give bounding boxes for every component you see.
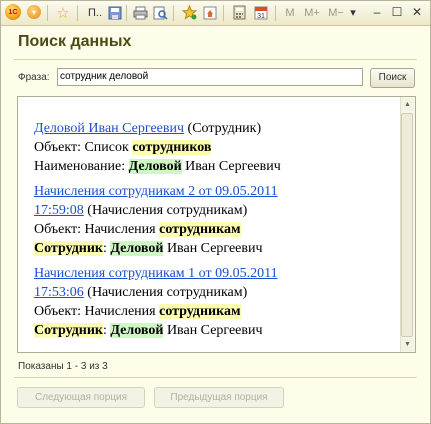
bottom-divider [14,377,417,378]
list-item: Деловой Иван Сергеевич (Сотрудник) Объек… [34,119,394,176]
print-preview-icon[interactable] [152,4,168,21]
match-highlight: Деловой [128,159,182,174]
match-highlight: Сотрудник [34,241,103,256]
add-favorite-icon[interactable] [181,4,197,21]
result-field-value: Иван Сергеевич [163,323,263,338]
list-item: Начисления сотрудникам 2 от 09.05.2011 1… [34,182,394,258]
title-divider [14,59,417,60]
result-object-label: Объект: Начисления [34,304,160,319]
toolbar-separator [173,5,174,21]
result-type: (Начисления сотрудникам) [83,203,248,218]
toolbar-separator [275,5,276,21]
scroll-up-icon[interactable]: ▲ [401,98,414,111]
result-field-label: Наименование: [34,159,129,174]
match-highlight: Деловой [110,323,164,338]
toolbar-separator [47,5,48,21]
toolbar-dropdown-icon[interactable]: ▾ [347,4,359,21]
memory-minus-button[interactable]: M− [327,4,345,21]
print-icon[interactable] [132,4,148,21]
phrase-label: Фраза: [18,72,50,83]
calculator-icon[interactable] [231,4,247,21]
phrase-input[interactable] [57,68,363,86]
toolbar-separator [126,5,127,21]
page-title: Поиск данных [18,33,132,50]
scrollbar-thumb[interactable] [401,113,413,337]
toolbar: 1С ▾ ☆ П.. 31 M M+ M− ▾ – ☐ ✕ [1,1,430,26]
previous-page-button[interactable]: Предыдущая порция [154,387,284,408]
result-type: (Сотрудник) [187,121,262,136]
svg-text:31: 31 [257,13,265,20]
result-field-value: Иван Сергеевич [181,159,281,174]
toolbar-separator [223,5,224,21]
truncated-menu-item[interactable]: П.. [85,4,105,21]
scroll-down-icon[interactable]: ▼ [401,338,414,351]
match-highlight: Деловой [110,241,164,256]
result-link[interactable]: Деловой Иван Сергеевич [34,121,184,136]
close-icon[interactable]: ✕ [409,4,425,20]
result-type: (Начисления сотрудникам) [83,285,248,300]
result-link[interactable]: Начисления сотрудникам 1 от 09.05.2011 [34,266,278,281]
list-item: Начисления сотрудникам 1 от 09.05.2011 1… [34,264,394,340]
favorites-star-icon[interactable]: ☆ [55,4,71,22]
result-object-label: Объект: Список [34,140,133,155]
match-highlight: сотрудникам [159,222,241,237]
home-icon[interactable] [202,4,218,21]
maximize-icon[interactable]: ☐ [389,4,405,20]
match-highlight: Сотрудник [34,323,103,338]
results-count: Показаны 1 - 3 из 3 [18,361,108,372]
result-object-label: Объект: Начисления [34,222,160,237]
result-field-value: Иван Сергеевич [163,241,263,256]
search-button[interactable]: Поиск [370,68,415,88]
memory-plus-button[interactable]: M+ [303,4,321,21]
result-link[interactable]: 17:53:06 [34,285,84,300]
results-panel[interactable]: Деловой Иван Сергеевич (Сотрудник) Объек… [17,96,416,353]
main-menu-icon[interactable]: ▾ [27,5,41,19]
app-logo-icon[interactable]: 1С [5,4,21,20]
minimize-icon[interactable]: – [369,4,385,20]
result-link[interactable]: Начисления сотрудникам 2 от 09.05.2011 [34,184,278,199]
calendar-icon[interactable]: 31 [253,4,269,21]
memory-button[interactable]: M [283,4,297,21]
match-highlight: сотрудников [132,140,212,155]
vertical-scrollbar[interactable]: ▲ ▼ [400,97,415,352]
save-icon[interactable] [107,4,123,21]
result-link[interactable]: 17:59:08 [34,203,84,218]
next-page-button[interactable]: Следующая порция [17,387,145,408]
match-highlight: сотрудникам [159,304,241,319]
toolbar-separator [77,5,78,21]
results-list: Деловой Иван Сергеевич (Сотрудник) Объек… [34,119,394,346]
search-window: 1С ▾ ☆ П.. 31 M M+ M− ▾ – ☐ ✕ Поиск данн… [0,0,431,424]
